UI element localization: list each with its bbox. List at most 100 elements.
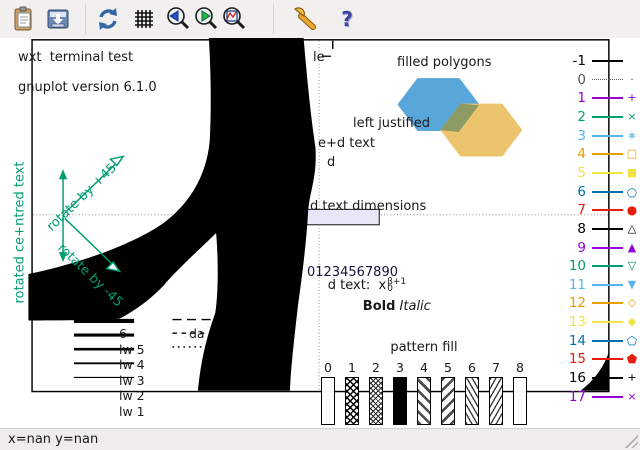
linewidth-label: lw 2: [119, 388, 145, 403]
linetype-point-symbol: +: [627, 371, 637, 384]
linetype-line-sample: [592, 115, 623, 118]
linetype-line-sample: [592, 227, 623, 230]
pattern-bar-number: 6: [468, 360, 476, 375]
linetype-point-symbol: ∗: [627, 128, 637, 142]
linetype-point-symbol: ▽: [627, 259, 637, 273]
linetype-number: 16: [568, 370, 586, 386]
linetype-number: 11: [568, 276, 586, 293]
linetype-point-symbol: ◇: [627, 296, 637, 310]
rotated-centred-text: rotated ce+ntred text: [12, 161, 28, 304]
pattern-bar: [441, 377, 455, 425]
linetype-point-symbol: △: [627, 221, 637, 235]
help-button[interactable]: ?: [334, 6, 360, 32]
dashtype-samples: [172, 318, 240, 348]
pattern-bar-number: 4: [420, 360, 428, 375]
linetype-line-sample: [592, 246, 623, 249]
linewidth-label: lw 4: [119, 357, 145, 372]
linetype-point-symbol: ⬠: [626, 333, 638, 348]
linetype-point-symbol: ·: [630, 72, 634, 86]
pattern-bar: [417, 377, 431, 425]
text-dimensions-fragment: d text dimensions: [310, 199, 427, 214]
pattern-bar-number: 0: [324, 360, 332, 375]
zoom-autoscale-button[interactable]: [221, 6, 247, 32]
wrench-icon: [294, 7, 316, 30]
linetype-line-sample: [592, 358, 623, 361]
toolbar: ?: [0, 0, 640, 38]
pattern-bar-number: 5: [444, 360, 452, 375]
linetype-line-sample: [592, 78, 623, 80]
linetype-point-symbol: ⬟: [626, 352, 638, 367]
pattern-bar-number: 3: [396, 360, 404, 375]
linetype-line-sample: [592, 134, 623, 137]
linetype-number: 5: [577, 164, 586, 181]
rotate-minus45-label: rotate by -45: [54, 240, 126, 311]
linetype-number: 7: [577, 202, 586, 219]
linetype-line-sample: [592, 377, 623, 379]
pattern-bar-number: 1: [348, 360, 356, 375]
resize-grip[interactable]: [623, 433, 638, 448]
yellow-hexagon: [440, 103, 523, 157]
export-plot-button[interactable]: [45, 6, 71, 32]
linetype-line-sample: [592, 97, 623, 100]
char-width-digits: 01234567890: [307, 265, 398, 280]
linetype-line-sample: [592, 265, 623, 268]
linetype-point-symbol: ◆: [627, 315, 637, 329]
linetype-line-sample: [592, 209, 623, 212]
linetype-number: 6: [577, 183, 586, 200]
rotate-plus45-label: rotate by +45: [44, 160, 120, 235]
font-samples: Bold Italic: [338, 284, 431, 329]
cursor-position-readout: x=nan y=nan: [8, 432, 99, 447]
linetype-point-symbol: ▼: [627, 277, 637, 291]
pattern-fill-label: pattern fill: [390, 340, 458, 355]
refresh-icon: [99, 8, 117, 30]
linetype-number: 15: [568, 351, 586, 368]
copy-clipboard-button[interactable]: [10, 6, 36, 32]
linewidth-label: lw 3: [119, 372, 145, 388]
linetype-number: 12: [568, 295, 586, 312]
linetype-point-symbol: ■: [626, 165, 638, 179]
right-justified-fragment: d: [327, 155, 336, 170]
gnuplot-wxt-window: ? wxt terminal test gnuplot version 6.1.…: [0, 0, 640, 450]
toolbar-separator: [85, 4, 86, 34]
filled-polygons-label: filled polygons: [397, 55, 492, 70]
pattern-bar: [489, 377, 503, 425]
hexagon-overlap: [440, 103, 480, 132]
ticscale-label-fragment: le: [313, 50, 325, 65]
linewidth-label: lw 1: [119, 403, 145, 419]
pattern-bar: [513, 377, 527, 425]
zoom-previous-button[interactable]: [165, 6, 191, 32]
gnuplot-version: gnuplot version 6.1.0: [18, 80, 157, 95]
linetype-line-sample: [592, 171, 623, 174]
linetype-number: 17: [568, 388, 586, 405]
bold-sample: Bold: [362, 299, 396, 314]
hexagon-overlap-fill: [440, 103, 479, 132]
zoom-next-button[interactable]: [193, 6, 219, 32]
linetype-number: 2: [577, 108, 586, 125]
linetype-number: 10: [568, 258, 586, 275]
settings-button[interactable]: [292, 6, 318, 32]
italic-sample: Italic: [399, 299, 431, 314]
linetype-number: 14: [568, 332, 586, 349]
linetype-point-symbol: □: [626, 147, 638, 161]
statusbar: x=nan y=nan: [0, 428, 640, 450]
grid-button[interactable]: [131, 6, 157, 32]
terminal-title: wxt terminal test: [18, 50, 134, 65]
plot-canvas[interactable]: wxt terminal test gnuplot version 6.1.0 …: [0, 38, 640, 428]
pattern-bar-number: 8: [516, 360, 524, 375]
linetype-line-sample: [592, 153, 623, 156]
linetype-point-symbol: ▲: [627, 240, 637, 254]
linetype-number: 8: [577, 220, 586, 237]
pattern-bar: [465, 377, 479, 425]
refresh-button[interactable]: [95, 6, 121, 32]
linetype-point-symbol: ●: [626, 203, 638, 218]
linewidth-label: 6: [119, 326, 127, 341]
pattern-bar-number: 2: [372, 360, 380, 375]
grid-icon: [135, 10, 153, 28]
linetype-line-sample: [592, 283, 623, 286]
linetype-line-sample: [592, 395, 623, 398]
linetype-line-sample: [592, 190, 623, 193]
zoom-autoscale-icon: [223, 7, 246, 30]
linetype-number: -1: [572, 53, 586, 69]
pattern-bar: [393, 377, 407, 425]
linetype-number: 4: [577, 146, 586, 163]
